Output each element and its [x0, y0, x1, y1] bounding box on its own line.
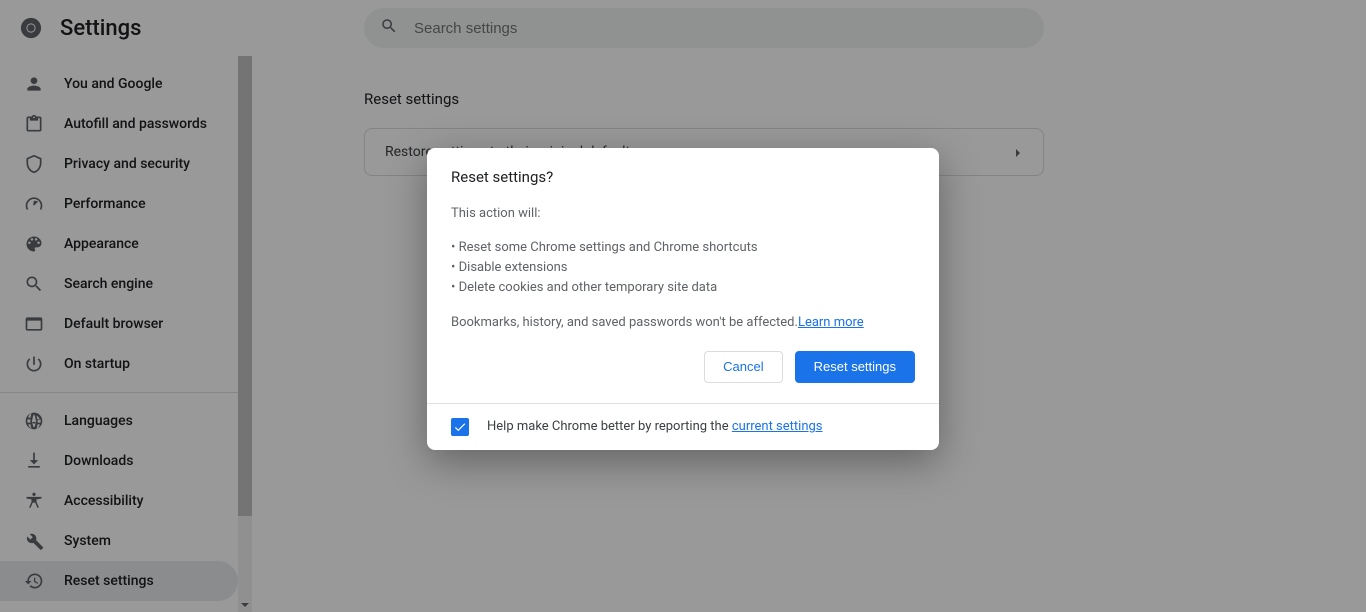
dialog-body: Reset settings? This action will: Reset …: [427, 148, 939, 403]
report-settings-checkbox[interactable]: [451, 418, 469, 436]
dialog-actions: Cancel Reset settings: [451, 351, 915, 383]
settings-app: Settings You and Google Autofill and pas…: [0, 0, 1366, 612]
dialog-intro: This action will:: [451, 204, 915, 224]
current-settings-link[interactable]: current settings: [732, 419, 823, 434]
dialog-text: This action will: Reset some Chrome sett…: [451, 204, 915, 333]
dialog-footnote: Bookmarks, history, and saved passwords …: [451, 313, 915, 333]
dialog-title: Reset settings?: [451, 168, 915, 186]
modal-scrim[interactable]: Reset settings? This action will: Reset …: [0, 0, 1366, 612]
checkmark-icon: [453, 420, 467, 434]
learn-more-link[interactable]: Learn more: [798, 315, 864, 330]
dialog-footer-text: Help make Chrome better by reporting the…: [487, 419, 823, 434]
cancel-button[interactable]: Cancel: [704, 351, 782, 383]
reset-settings-dialog: Reset settings? This action will: Reset …: [427, 148, 939, 450]
dialog-bullet: Delete cookies and other temporary site …: [451, 278, 915, 298]
dialog-footer: Help make Chrome better by reporting the…: [427, 403, 939, 450]
dialog-bullet: Reset some Chrome settings and Chrome sh…: [451, 238, 915, 258]
dialog-bullet: Disable extensions: [451, 258, 915, 278]
reset-settings-button[interactable]: Reset settings: [795, 351, 915, 383]
dialog-bullet-list: Reset some Chrome settings and Chrome sh…: [451, 238, 915, 298]
